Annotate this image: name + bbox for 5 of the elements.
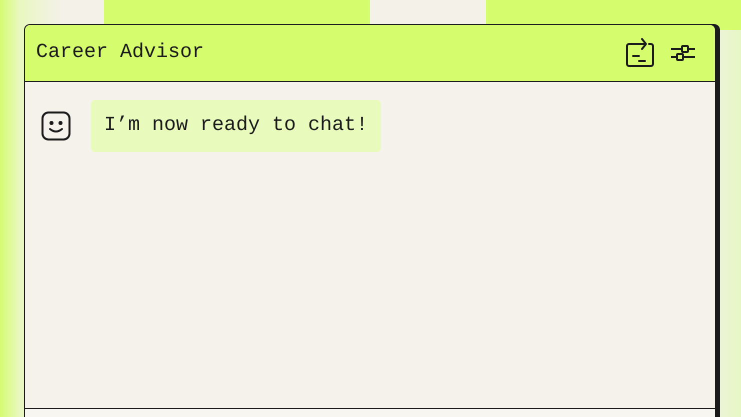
smiley-icon	[41, 111, 71, 141]
window-title: Career Advisor	[36, 40, 204, 66]
message-bubble: I’m now ready to chat!	[91, 100, 382, 152]
settings-icon[interactable]	[670, 43, 696, 63]
switch-icon[interactable]	[626, 38, 654, 68]
